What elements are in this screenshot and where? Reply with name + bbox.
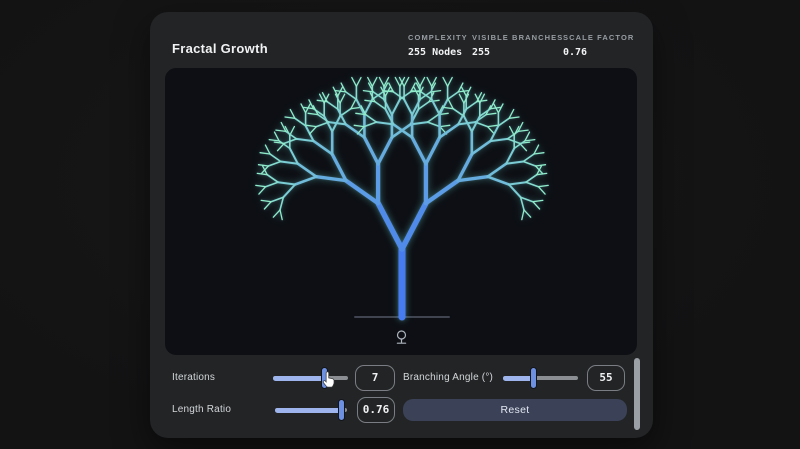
stat-visible-branches-label: VISIBLE BRANCHES (472, 33, 564, 42)
iterations-slider[interactable] (273, 367, 348, 389)
controls-scrollbar[interactable] (634, 358, 640, 430)
length-ratio-value-field[interactable]: 0.76 (357, 397, 395, 423)
branching-angle-label: Branching Angle (°) (403, 372, 494, 383)
iterations-label: Iterations (172, 372, 216, 383)
length-ratio-slider-fill (275, 407, 342, 413)
fractal-app-card: Fractal Growth COMPLEXITY 255 Nodes VISI… (150, 12, 653, 438)
iterations-value-field[interactable]: 7 (355, 365, 395, 391)
stat-visible-branches: VISIBLE BRANCHES 255 (472, 33, 563, 58)
fractal-tree (255, 76, 549, 321)
stat-scale-factor-label: SCALE FACTOR (563, 33, 635, 42)
tree-icon (396, 330, 407, 344)
length-ratio-label: Length Ratio (172, 404, 232, 415)
reset-button[interactable]: Reset (403, 399, 627, 421)
page-title: Fractal Growth (172, 41, 268, 56)
branching-angle-slider-handle[interactable] (530, 367, 538, 389)
branching-angle-value-field[interactable]: 55 (587, 365, 625, 391)
length-ratio-slider-handle[interactable] (337, 399, 345, 421)
stat-complexity-label: COMPLEXITY (408, 33, 468, 42)
desktop-background: { "header": { "title": "Fractal Growth",… (0, 0, 800, 449)
stat-scale-factor-value: 0.76 (563, 47, 588, 58)
branching-angle-slider-fill (503, 375, 534, 381)
stat-complexity: COMPLEXITY 255 Nodes (408, 33, 468, 58)
branching-angle-slider[interactable] (503, 367, 578, 389)
stat-visible-branches-value: 255 (472, 47, 491, 58)
length-ratio-slider[interactable] (275, 399, 347, 421)
stat-complexity-value: 255 Nodes (408, 47, 463, 58)
stat-scale-factor: SCALE FACTOR 0.76 (563, 33, 634, 58)
fractal-canvas[interactable] (165, 68, 637, 355)
hand-pointer-cursor (322, 371, 335, 388)
iterations-slider-fill (273, 375, 325, 381)
